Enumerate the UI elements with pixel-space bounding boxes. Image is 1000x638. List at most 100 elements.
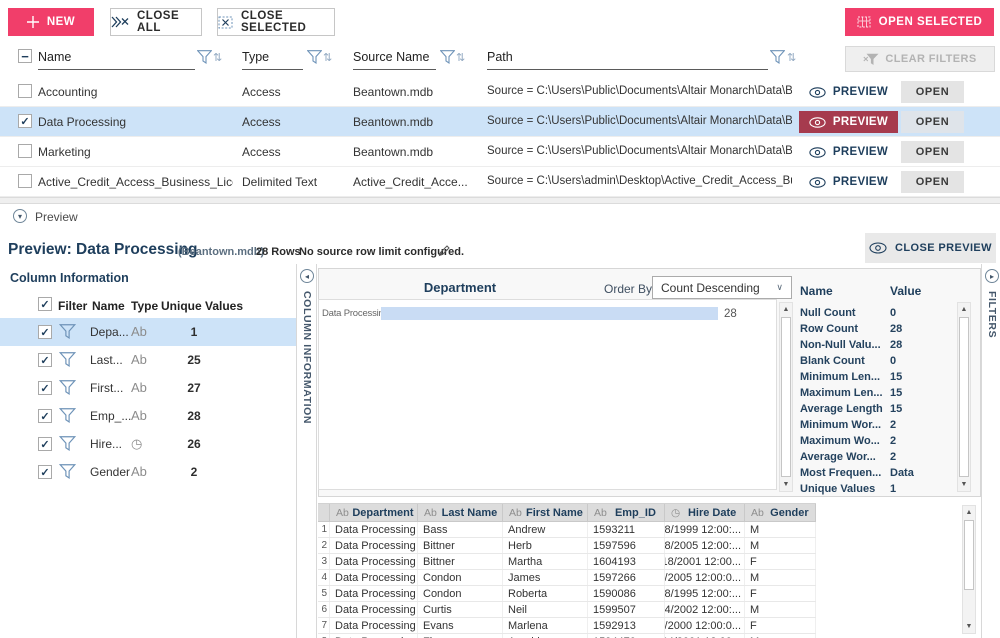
new-button[interactable]: NEW xyxy=(8,8,94,36)
open-selected-button[interactable]: OPEN SELECTED xyxy=(845,8,994,36)
column-checkbox[interactable] xyxy=(38,381,52,395)
column-info-select-all-checkbox[interactable] xyxy=(38,297,52,311)
preview-button[interactable]: PREVIEW xyxy=(799,171,898,193)
column-filter-icon[interactable] xyxy=(59,380,76,395)
file-table-row[interactable]: Data Processing Access Beantown.mdb Sour… xyxy=(0,107,1000,137)
cell-gender: M xyxy=(745,602,816,617)
type-filter-icon[interactable] xyxy=(307,50,322,64)
column-info-row[interactable]: First... Ab 27 xyxy=(0,374,296,402)
header-emp-id[interactable]: Ab Emp_ID xyxy=(588,504,665,521)
header-first-name[interactable]: Ab First Name xyxy=(503,504,588,521)
column-checkbox[interactable] xyxy=(38,437,52,451)
column-filter-icon[interactable] xyxy=(59,436,76,451)
collapse-left-icon[interactable]: ◂ xyxy=(300,269,314,283)
close-all-button[interactable]: CLOSE ALL xyxy=(110,8,202,36)
column-info-row[interactable]: Gender Ab 2 xyxy=(0,458,296,486)
stat-value: 2 xyxy=(890,419,896,431)
column-info-row[interactable]: Emp_... Ab 28 xyxy=(0,402,296,430)
preview-button[interactable]: PREVIEW xyxy=(799,141,898,163)
data-grid-row[interactable]: 4 Data Processing Condon James 1597266 6… xyxy=(318,570,816,586)
filters-tab[interactable]: ▸ FILTERS xyxy=(981,264,1000,638)
column-filter-icon[interactable] xyxy=(59,408,76,423)
stat-name: Unique Values xyxy=(800,483,890,495)
header-department[interactable]: Ab Department xyxy=(330,504,418,521)
path-sort-icon[interactable]: ⇅ xyxy=(787,51,796,64)
source-filter-icon[interactable] xyxy=(440,50,455,64)
edit-row-limit-icon[interactable] xyxy=(438,244,451,262)
collapse-preview-icon[interactable]: ▾ xyxy=(13,209,27,223)
row-checkbox[interactable] xyxy=(18,174,32,188)
data-grid-row[interactable]: 1 Data Processing Bass Andrew 1593211 3/… xyxy=(318,522,816,538)
file-table-row[interactable]: Active_Credit_Access_Business_Lice... De… xyxy=(0,167,1000,197)
header-hire-date[interactable]: ◷ Hire Date xyxy=(665,504,745,521)
open-button[interactable]: OPEN xyxy=(901,141,964,163)
scrollbar-thumb[interactable] xyxy=(959,317,969,477)
scroll-down-icon[interactable]: ▼ xyxy=(958,478,970,491)
column-info-row[interactable]: Last... Ab 25 xyxy=(0,346,296,374)
column-checkbox[interactable] xyxy=(38,325,52,339)
file-table-row[interactable]: Marketing Access Beantown.mdb Source = C… xyxy=(0,137,1000,167)
open-button[interactable]: OPEN xyxy=(901,81,964,103)
clear-filters-button[interactable]: CLEAR FILTERS xyxy=(845,46,995,72)
column-header-path[interactable]: Path xyxy=(487,50,768,70)
close-selected-button[interactable]: CLOSE SELECTED xyxy=(217,8,335,36)
name-sort-icon[interactable]: ⇅ xyxy=(213,51,222,64)
bar[interactable] xyxy=(381,307,718,320)
column-checkbox[interactable] xyxy=(38,353,52,367)
column-checkbox[interactable] xyxy=(38,409,52,423)
open-button[interactable]: OPEN xyxy=(901,171,964,193)
row-checkbox[interactable] xyxy=(18,144,32,158)
section-splitter[interactable] xyxy=(0,197,1000,204)
data-grid-row[interactable]: 6 Data Processing Curtis Neil 1599507 8/… xyxy=(318,602,816,618)
row-checkbox[interactable] xyxy=(18,114,32,128)
data-grid-row[interactable]: 3 Data Processing Bittner Martha 1604193… xyxy=(318,554,816,570)
stats-scrollbar[interactable]: ▲ ▼ xyxy=(957,302,971,492)
header-last-name[interactable]: Ab Last Name xyxy=(418,504,503,521)
grid-icon xyxy=(857,16,871,28)
data-grid-row[interactable]: 2 Data Processing Bittner Herb 1597596 3… xyxy=(318,538,816,554)
close-preview-button[interactable]: CLOSE PREVIEW xyxy=(865,233,996,263)
data-grid-row[interactable]: 8 Data Processing Finn Arnold 1594470 2/… xyxy=(318,634,816,638)
row-number: 1 xyxy=(318,522,330,537)
column-info-row[interactable]: Hire... ◷ 26 xyxy=(0,430,296,458)
file-table-row[interactable]: Accounting Access Beantown.mdb Source = … xyxy=(0,77,1000,107)
preview-row-count: 28 Rows xyxy=(256,246,301,258)
scroll-down-icon[interactable]: ▼ xyxy=(963,620,975,633)
expand-right-icon[interactable]: ▸ xyxy=(985,269,999,283)
column-info-row[interactable]: Depa... Ab 1 xyxy=(0,318,296,346)
source-sort-icon[interactable]: ⇅ xyxy=(456,51,465,64)
row-checkbox[interactable] xyxy=(18,84,32,98)
bar-row[interactable]: Data Processing 28 xyxy=(319,307,776,320)
column-header-type[interactable]: Type xyxy=(242,50,303,70)
scroll-down-icon[interactable]: ▼ xyxy=(780,478,792,491)
stat-row: Maximum Wo... 2 xyxy=(800,433,952,449)
column-filter-icon[interactable] xyxy=(59,352,76,367)
scroll-up-icon[interactable]: ▲ xyxy=(780,303,792,316)
column-header-source[interactable]: Source Name xyxy=(353,50,436,70)
chart-scrollbar[interactable]: ▲ ▼ xyxy=(779,302,793,492)
select-all-checkbox[interactable] xyxy=(18,49,32,63)
scrollbar-thumb[interactable] xyxy=(964,520,974,590)
preview-button[interactable]: PREVIEW xyxy=(799,81,898,103)
scroll-up-icon[interactable]: ▲ xyxy=(958,303,970,316)
path-filter-icon[interactable] xyxy=(770,50,785,64)
stat-row: Minimum Len... 15 xyxy=(800,369,952,385)
type-sort-icon[interactable]: ⇅ xyxy=(323,51,332,64)
data-grid-row[interactable]: 7 Data Processing Evans Marlena 1592913 … xyxy=(318,618,816,634)
column-header-name[interactable]: Name xyxy=(38,50,195,70)
column-name: First... xyxy=(90,381,123,395)
column-information-tab[interactable]: ◂ COLUMN INFORMATION xyxy=(296,264,317,638)
column-filter-icon[interactable] xyxy=(59,324,76,339)
order-by-dropdown[interactable]: Count Descending ∨ xyxy=(652,276,792,299)
open-button[interactable]: OPEN xyxy=(901,111,964,133)
name-filter-icon[interactable] xyxy=(197,50,212,64)
data-grid-row[interactable]: 5 Data Processing Condon Roberta 1590086… xyxy=(318,586,816,602)
scrollbar-thumb[interactable] xyxy=(781,317,791,477)
column-checkbox[interactable] xyxy=(38,465,52,479)
header-gender[interactable]: Ab Gender xyxy=(745,504,816,521)
scroll-up-icon[interactable]: ▲ xyxy=(963,506,975,519)
data-grid-scrollbar[interactable]: ▲ ▼ xyxy=(962,505,976,634)
preview-button[interactable]: PREVIEW xyxy=(799,111,898,133)
chevron-down-icon: ∨ xyxy=(776,282,783,293)
column-filter-icon[interactable] xyxy=(59,464,76,479)
